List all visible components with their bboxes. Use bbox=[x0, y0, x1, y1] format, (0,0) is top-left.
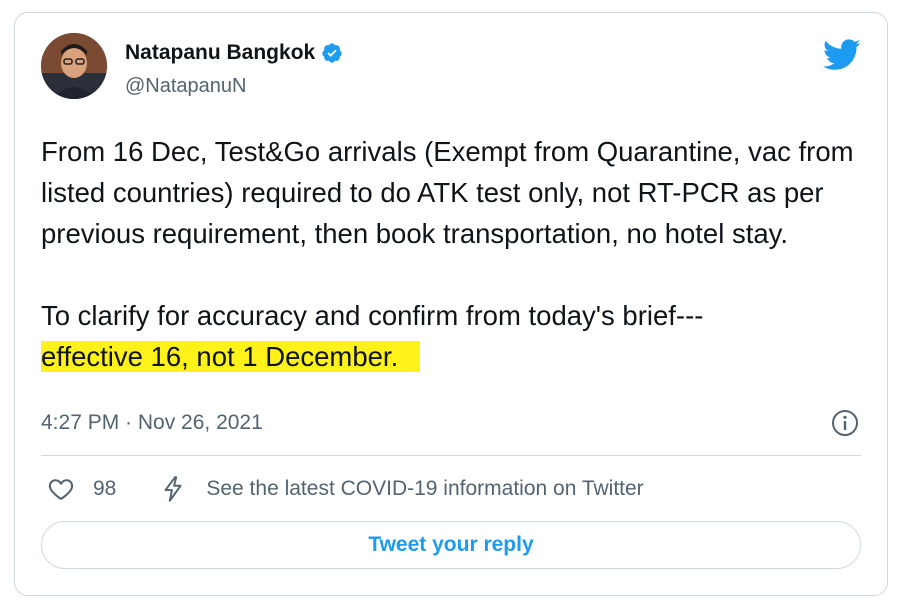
twitter-bird-icon[interactable] bbox=[823, 39, 861, 71]
verified-badge-icon bbox=[322, 43, 342, 63]
author-name[interactable]: Natapanu Bangkok bbox=[125, 41, 315, 65]
like-count: 98 bbox=[93, 477, 117, 500]
tweet-timestamp[interactable]: 4:27 PM · Nov 26, 2021 bbox=[41, 411, 263, 435]
covid-info-link[interactable]: See the latest COVID-19 information on T… bbox=[160, 475, 644, 503]
tweet-body: From 16 Dec, Test&Go arrivals (Exempt fr… bbox=[41, 131, 871, 377]
highlighted-text: effective 16, not 1 December. bbox=[41, 341, 421, 372]
author-name-row[interactable]: Natapanu Bangkok bbox=[125, 41, 343, 65]
lightning-icon bbox=[164, 476, 182, 502]
avatar[interactable] bbox=[41, 33, 107, 99]
like-button[interactable]: 98 bbox=[47, 475, 116, 503]
divider bbox=[41, 455, 861, 456]
heart-icon bbox=[48, 479, 74, 501]
tweet-text-lead: To clarify for accuracy and confirm from… bbox=[41, 300, 704, 331]
info-icon[interactable] bbox=[831, 409, 859, 437]
tweet-card: Natapanu Bangkok @NatapanuN From 16 Dec,… bbox=[14, 12, 888, 596]
tweet-reply-button[interactable]: Tweet your reply bbox=[41, 521, 861, 569]
covid-link-label[interactable]: See the latest COVID-19 information on T… bbox=[206, 477, 643, 501]
action-bar: 98 See the latest COVID-19 information o… bbox=[47, 475, 644, 503]
author-handle[interactable]: @NatapanuN bbox=[125, 75, 246, 98]
tweet-paragraph: To clarify for accuracy and confirm from… bbox=[41, 295, 871, 377]
tweet-paragraph: From 16 Dec, Test&Go arrivals (Exempt fr… bbox=[41, 136, 854, 249]
